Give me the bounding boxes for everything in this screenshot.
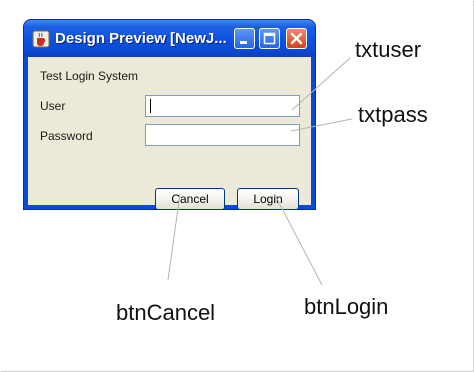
callout-txtuser: txtuser	[355, 37, 422, 62]
callout-btncancel: btnCancel	[116, 300, 216, 325]
btncancel-leader	[167, 193, 181, 281]
canvas: Design Preview [NewJ... Test Login Syste…	[0, 0, 474, 372]
txtpass-leader	[290, 118, 353, 132]
callout-txtpass: txtpass	[358, 102, 428, 127]
txtuser-leader	[291, 57, 351, 111]
callout-btnlogin: btnLogin	[304, 294, 389, 319]
btnlogin-leader	[274, 194, 323, 286]
